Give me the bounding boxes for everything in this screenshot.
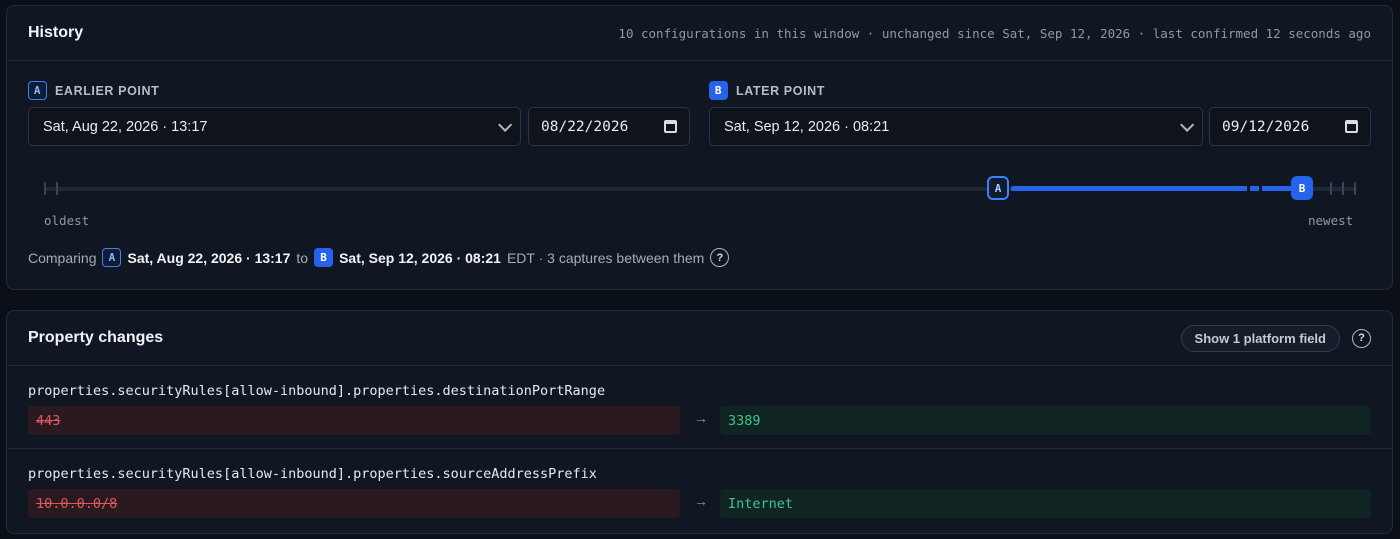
chevron-down-icon [498,117,513,132]
earlier-point-text: EARLIER POINT [55,83,160,98]
arrow-right-icon: → [694,410,708,426]
later-select-value: Sat, Sep 12, 2026 · 08:21 [724,118,890,135]
later-date-input[interactable]: 09/12/2026 [1209,107,1371,146]
property-changes-header: Property changes Show 1 platform field ? [7,311,1392,366]
chevron-down-icon [1180,117,1195,132]
arrow-right-icon: → [694,493,708,509]
new-value: 3389 [720,406,1371,435]
change-path: properties.securityRules[allow-inbound].… [28,383,606,399]
change-row: properties.securityRules[allow-inbound].… [7,450,1392,532]
calendar-icon[interactable] [664,120,677,133]
timeline-slider[interactable]: A B oldest newest [7,166,1394,228]
old-value: 443 [28,406,680,435]
history-title: History [28,24,84,41]
badge-a: A [28,81,47,100]
comparing-summary: Comparing A Sat, Aug 22, 2026 · 13:17 to… [28,248,730,267]
timeline-tick [1330,182,1332,195]
comparing-prefix: Comparing [28,249,97,266]
timeline-capture-gap [1259,186,1262,191]
timeline-capture-gap [1247,186,1250,191]
timeline-oldest-label: oldest [44,213,90,228]
timeline-handle-a[interactable]: A [987,176,1009,200]
earlier-select-value: Sat, Aug 22, 2026 · 13:17 [43,118,208,135]
property-changes-title: Property changes [28,329,164,346]
calendar-icon[interactable] [1345,120,1358,133]
earlier-date-input[interactable]: 08/22/2026 [528,107,690,146]
change-row: properties.securityRules[allow-inbound].… [7,367,1392,449]
timeline-handle-b[interactable]: B [1291,176,1313,200]
history-header: History 10 configurations in this window… [7,6,1392,61]
comparing-b-time: Sat, Sep 12, 2026 · 08:21 [339,249,501,266]
old-value: 10.0.0.0/8 [28,489,680,518]
property-changes-panel: Property changes Show 1 platform field ?… [6,310,1393,534]
badge-a: A [102,248,122,267]
timeline-tick [1354,182,1356,195]
comparing-a-time: Sat, Aug 22, 2026 · 13:17 [127,249,291,266]
help-icon[interactable]: ? [1352,328,1371,348]
comparing-to: to [296,249,309,266]
later-point-label: B LATER POINT [709,81,825,100]
history-meta: 10 configurations in this window · uncha… [618,25,1371,41]
show-platform-field-button[interactable]: Show 1 platform field [1180,324,1340,352]
later-point-text: LATER POINT [736,83,826,98]
history-panel: History 10 configurations in this window… [6,5,1393,290]
later-date-value: 09/12/2026 [1222,118,1310,135]
badge-b: B [314,248,334,267]
later-point-select[interactable]: Sat, Sep 12, 2026 · 08:21 [709,107,1203,146]
comparing-suffix: EDT · 3 captures between them [506,249,705,266]
earlier-date-value: 08/22/2026 [541,118,629,135]
property-changes-actions: Show 1 platform field ? [1180,324,1371,352]
timeline-newest-label: newest [1308,213,1354,228]
change-path: properties.securityRules[allow-inbound].… [28,466,597,482]
new-value: Internet [720,489,1371,518]
earlier-point-select[interactable]: Sat, Aug 22, 2026 · 13:17 [28,107,521,146]
help-icon[interactable]: ? [710,248,730,267]
timeline-tick [44,182,46,195]
timeline-tick [1342,182,1344,195]
timeline-tick [56,182,58,195]
badge-b: B [709,81,728,100]
earlier-point-label: A EARLIER POINT [28,81,159,100]
